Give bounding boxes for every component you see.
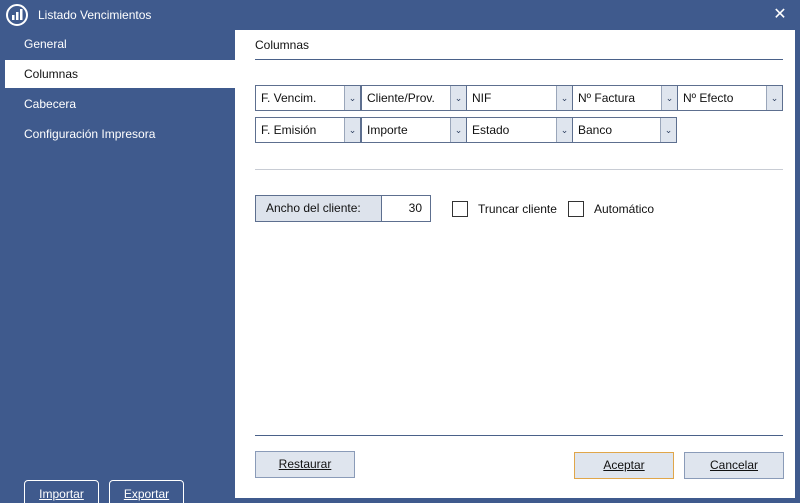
chevron-down-icon[interactable]: ⌄ — [661, 86, 677, 110]
sidebar-item-cabecera[interactable]: Cabecera — [5, 90, 235, 118]
restore-button[interactable]: Restaurar — [255, 451, 355, 478]
column-select-value: Cliente/Prov. — [367, 91, 435, 105]
column-select-value: Nº Efecto — [683, 91, 734, 105]
column-select-value: Banco — [578, 123, 613, 137]
chevron-down-icon[interactable]: ⌄ — [660, 118, 676, 142]
import-button[interactable]: Importar — [24, 480, 99, 503]
columns-panel: Columnas F. Vencim. ⌄ Cliente/Prov. ⌄ NI… — [235, 30, 795, 498]
column-select-value: NIF — [472, 91, 492, 105]
sidebar-item-general[interactable]: General — [5, 30, 235, 58]
truncate-client-checkbox[interactable] — [452, 201, 468, 217]
chevron-down-icon[interactable]: ⌄ — [344, 86, 360, 110]
accept-button[interactable]: Aceptar — [574, 452, 674, 479]
column-select-value: F. Vencim. — [261, 91, 317, 105]
column-select-3[interactable]: NIF ⌄ — [466, 85, 573, 111]
column-select-value: Estado — [472, 123, 510, 137]
column-select-1[interactable]: F. Vencim. ⌄ — [255, 85, 361, 111]
chevron-down-icon[interactable]: ⌄ — [450, 86, 466, 110]
sidebar-item-configuracion-impresora[interactable]: Configuración Impresora — [5, 120, 235, 148]
chevron-down-icon[interactable]: ⌄ — [766, 86, 782, 110]
column-select-value: F. Emisión — [261, 123, 317, 137]
automatic-checkbox[interactable] — [568, 201, 584, 217]
chevron-down-icon[interactable]: ⌄ — [556, 86, 572, 110]
column-select-7[interactable]: Importe ⌄ — [361, 117, 467, 143]
column-select-8[interactable]: Estado ⌄ — [466, 117, 573, 143]
column-select-2[interactable]: Cliente/Prov. ⌄ — [361, 85, 467, 111]
column-select-5[interactable]: Nº Efecto ⌄ — [677, 85, 783, 111]
app-logo-icon — [6, 4, 28, 26]
truncate-client-label: Truncar cliente — [478, 202, 557, 216]
client-width-label: Ancho del cliente: — [255, 195, 382, 222]
column-select-4[interactable]: Nº Factura ⌄ — [572, 85, 678, 111]
column-select-value: Nº Factura — [578, 91, 636, 105]
client-width-input[interactable]: 30 — [381, 195, 431, 222]
close-icon[interactable]: ✕ — [770, 5, 790, 25]
automatic-label: Automático — [594, 202, 655, 216]
sidebar-item-columnas[interactable]: Columnas — [5, 60, 235, 88]
cancel-button[interactable]: Cancelar — [684, 452, 784, 479]
sidebar: General Columnas Cabecera Configuración … — [0, 30, 235, 503]
window-title: Listado Vencimientos — [38, 8, 152, 22]
column-select-9[interactable]: Banco ⌄ — [572, 117, 677, 143]
column-select-6[interactable]: F. Emisión ⌄ — [255, 117, 361, 143]
title-divider — [255, 59, 783, 60]
column-select-value: Importe — [367, 123, 408, 137]
chevron-down-icon[interactable]: ⌄ — [450, 118, 466, 142]
export-button[interactable]: Exportar — [109, 480, 184, 503]
chevron-down-icon[interactable]: ⌄ — [556, 118, 572, 142]
section-divider — [255, 169, 783, 170]
title-bar: Listado Vencimientos ✕ — [0, 0, 800, 30]
panel-title: Columnas — [255, 38, 310, 52]
footer-divider — [255, 435, 783, 436]
chevron-down-icon[interactable]: ⌄ — [344, 118, 360, 142]
